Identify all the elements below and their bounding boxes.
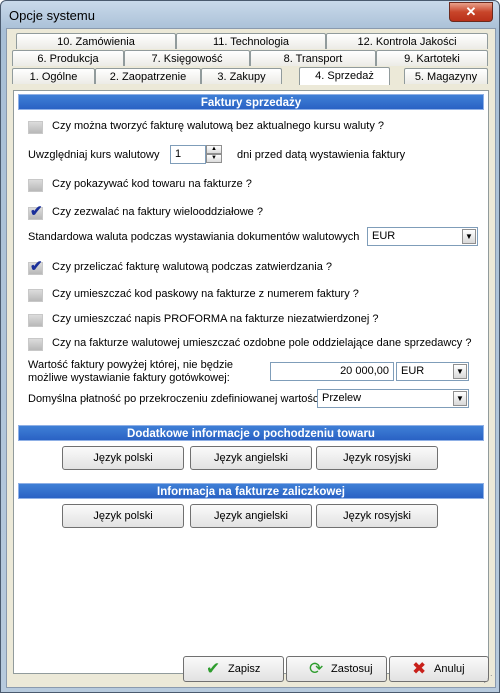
cancel-label: Anuluj	[434, 663, 465, 675]
default-currency-label: Standardowa waluta podczas wystawiania d…	[28, 231, 360, 243]
resize-grip-icon[interactable]: ⋰	[483, 674, 493, 685]
spin-down-icon[interactable]: ▼	[206, 154, 222, 163]
advance-english-button[interactable]: Język angielski	[190, 504, 312, 528]
tab-produkcja[interactable]: 6. Produkcja	[12, 50, 124, 66]
spin-up-icon[interactable]: ▲	[206, 145, 222, 154]
window-title: Opcje systemu	[9, 8, 95, 23]
options-window: Opcje systemu ✕ 10. Zamówienia 11. Techn…	[0, 0, 500, 693]
option-separator-label: Czy na fakturze walutowej umieszczać ozd…	[52, 337, 472, 349]
origin-info-header: Dodatkowe informacje o pochodzeniu towar…	[18, 425, 484, 441]
close-icon: ✕	[465, 4, 477, 19]
default-currency-select[interactable]: EUR ▼	[367, 227, 478, 246]
option-barcode-label: Czy umieszczać kod paskowy na fakturze z…	[52, 288, 359, 300]
title-bar: Opcje systemu ✕	[1, 1, 499, 29]
checkbox-no-rate[interactable]	[28, 121, 43, 134]
advance-invoice-header: Informacja na fakturze zaliczkowej	[18, 483, 484, 499]
chevron-down-icon[interactable]: ▼	[453, 364, 467, 379]
refresh-icon: ⟳	[309, 659, 324, 678]
apply-button[interactable]: ⟳ Zastosuj	[286, 656, 387, 682]
checkbox-barcode[interactable]	[28, 289, 43, 302]
default-payment-label: Domyślna płatność po przekroczeniu zdefi…	[28, 393, 324, 405]
apply-label: Zastosuj	[331, 663, 373, 675]
option-show-code-label: Czy pokazywać kod towaru na fakturze ?	[52, 178, 252, 190]
checkbox-multi-branch[interactable]: ✔	[28, 203, 43, 220]
origin-polish-button[interactable]: Język polski	[62, 446, 184, 470]
tab-row-3: 1. Ogólne 2. Zaopatrzenie 3. Zakupy 4. S…	[12, 67, 488, 85]
tab-kontrola-jakosci[interactable]: 12. Kontrola Jakości	[326, 33, 488, 49]
tab-kartoteki[interactable]: 9. Kartoteki	[376, 50, 488, 66]
cash-limit-label-1: Wartość faktury powyżej której, nie będz…	[28, 359, 234, 371]
tab-zakupy[interactable]: 3. Zakupy	[201, 68, 282, 84]
sales-invoices-header: Faktury sprzedaży	[18, 94, 484, 110]
cash-limit-label-2: możliwe wystawianie faktury gotówkowej:	[28, 372, 230, 384]
checkmark-icon: ✔	[30, 203, 43, 220]
checkbox-recalc[interactable]: ✔	[28, 258, 43, 275]
checkmark-icon: ✔	[206, 659, 221, 678]
save-label: Zapisz	[228, 663, 261, 675]
advance-polish-button[interactable]: Język polski	[62, 504, 184, 528]
cash-limit-currency-value: EUR	[401, 365, 425, 377]
default-payment-value: Przelew	[322, 392, 362, 404]
tab-ogolne[interactable]: 1. Ogólne	[12, 68, 95, 84]
cross-icon: ✖	[412, 659, 427, 678]
option-no-rate-label: Czy można tworzyć fakturę walutową bez a…	[52, 120, 384, 132]
rate-days-prefix: Uwzględniaj kurs walutowy	[28, 149, 160, 161]
tab-row-2: 6. Produkcja 7. Księgowość 8. Transport …	[12, 50, 488, 67]
chevron-down-icon[interactable]: ▼	[462, 229, 476, 244]
cash-limit-currency-select[interactable]: EUR ▼	[396, 362, 469, 381]
tab-zamowienia[interactable]: 10. Zamówienia	[16, 33, 176, 49]
close-button[interactable]: ✕	[449, 2, 493, 22]
save-button[interactable]: ✔ Zapisz	[183, 656, 284, 682]
tab-technologia[interactable]: 11. Technologia	[176, 33, 326, 49]
advance-russian-button[interactable]: Język rosyjski	[316, 504, 438, 528]
cancel-button[interactable]: ✖ Anuluj	[389, 656, 489, 682]
checkbox-proforma[interactable]	[28, 314, 43, 327]
origin-english-button[interactable]: Język angielski	[190, 446, 312, 470]
chevron-down-icon[interactable]: ▼	[453, 391, 467, 406]
default-currency-value: EUR	[372, 230, 396, 242]
option-proforma-label: Czy umieszczać napis PROFORMA na fakturz…	[52, 313, 379, 325]
tab-magazyny[interactable]: 5. Magazyny	[404, 68, 488, 84]
origin-russian-button[interactable]: Język rosyjski	[316, 446, 438, 470]
default-payment-select[interactable]: Przelew ▼	[317, 389, 469, 408]
tab-zaopatrzenie[interactable]: 2. Zaopatrzenie	[95, 68, 201, 84]
tab-row-1: 10. Zamówienia 11. Technologia 12. Kontr…	[16, 33, 488, 50]
rate-days-suffix: dni przed datą wystawienia faktury	[237, 149, 406, 161]
checkbox-separator[interactable]	[28, 338, 43, 351]
option-multi-branch-label: Czy zezwalać na faktury wielooddziałowe …	[52, 206, 263, 218]
tab-sprzedaz[interactable]: 4. Sprzedaż	[299, 67, 390, 85]
tab-transport[interactable]: 8. Transport	[250, 50, 376, 66]
sales-panel: Faktury sprzedaży Czy można tworzyć fakt…	[13, 90, 489, 674]
rate-days-spinner[interactable]: ▲ ▼	[206, 145, 222, 164]
checkbox-show-code[interactable]	[28, 179, 43, 192]
tab-ksiegowosc[interactable]: 7. Księgowość	[124, 50, 250, 66]
cash-limit-input[interactable]: 20 000,00	[270, 362, 394, 381]
checkmark-icon: ✔	[30, 258, 43, 275]
dialog-client: 10. Zamówienia 11. Technologia 12. Kontr…	[6, 28, 496, 688]
option-recalc-label: Czy przeliczać fakturę walutową podczas …	[52, 261, 333, 273]
rate-days-input[interactable]: 1	[170, 145, 206, 164]
